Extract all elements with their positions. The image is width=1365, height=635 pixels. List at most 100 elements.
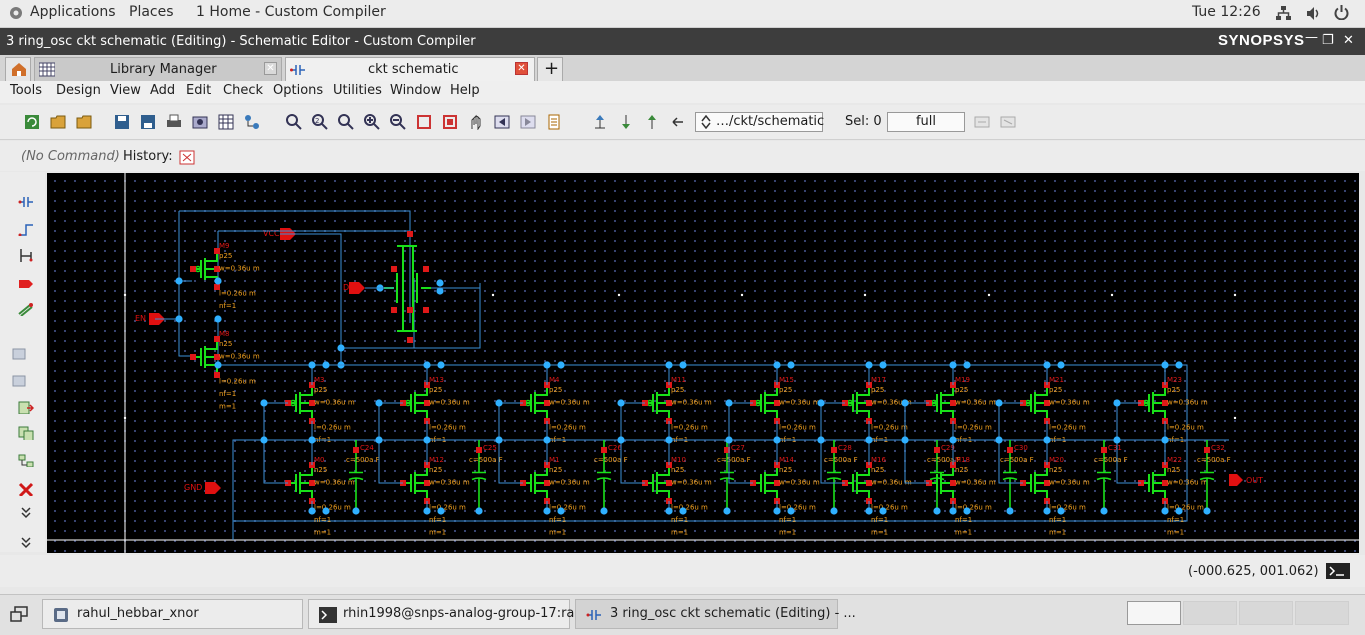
pmos-transistor[interactable]: M13p25w=0.36u ml=0.26u mnf=1 bbox=[400, 376, 470, 444]
show-desktop-icon[interactable] bbox=[10, 606, 28, 622]
screenshot-icon[interactable] bbox=[192, 114, 208, 130]
zoom-box-icon[interactable] bbox=[416, 114, 432, 130]
pmos-transistor[interactable]: M23p25w=0.36u ml=0.26u mnf=1 bbox=[1138, 376, 1208, 444]
zoom-2x-icon[interactable]: 2 bbox=[312, 114, 328, 130]
table-icon[interactable] bbox=[218, 114, 234, 130]
nmos-transistor[interactable]: M0 n25 w=0.36u m l=0.26u m nf=1 m=1 bbox=[285, 456, 355, 537]
add-net-label-icon[interactable] bbox=[18, 302, 34, 316]
open-recent-icon[interactable] bbox=[76, 114, 92, 130]
pmos-transistor[interactable]: M3p25w=0.36u ml=0.26u mnf=1 bbox=[285, 376, 355, 444]
capacitor[interactable]: C30 c=500a F bbox=[1000, 440, 1034, 511]
pmos-transistor[interactable]: M9 p25 w=0.36u m l=0.26u m nf=1 bbox=[190, 242, 260, 310]
nmos-transistor[interactable]: M22 n25 w=0.36u m l=0.26u m nf=1 m=1 bbox=[1138, 456, 1208, 537]
previous-view-icon[interactable] bbox=[494, 114, 510, 130]
view-mode-field[interactable]: full bbox=[887, 112, 965, 132]
zoom-in-icon[interactable] bbox=[364, 114, 380, 130]
pmos-transistor[interactable]: M17p25w=0.36u ml=0.26u mnf=1 bbox=[842, 376, 912, 444]
zoom-fit-icon[interactable] bbox=[286, 114, 302, 130]
task-schematic-editor[interactable]: 3 ring_osc ckt schematic (Editing) - ... bbox=[575, 599, 856, 629]
rotate-icon[interactable] bbox=[12, 346, 28, 360]
nmos-transistor[interactable]: M14 n25 w=0.36u m l=0.26u m nf=1 m=1 bbox=[750, 456, 820, 537]
capacitor[interactable]: C27 c=500a F bbox=[717, 440, 751, 511]
hierarchy-up-icon[interactable] bbox=[592, 114, 608, 130]
maximize-button[interactable]: ❐ bbox=[1322, 33, 1334, 48]
pin-out[interactable]: OUT bbox=[1229, 474, 1263, 486]
workspace-2[interactable] bbox=[1183, 601, 1237, 625]
print-icon[interactable] bbox=[166, 114, 182, 130]
zoom-out-icon[interactable] bbox=[390, 114, 406, 130]
tab-ckt-schematic[interactable]: ckt schematic ✕ bbox=[285, 57, 535, 81]
capacitor[interactable]: C31 c=500a F bbox=[1094, 440, 1128, 511]
menu-design[interactable]: Design bbox=[56, 83, 101, 98]
next-view-icon[interactable] bbox=[520, 114, 536, 130]
add-bus-icon[interactable] bbox=[18, 248, 34, 262]
copy-icon[interactable] bbox=[18, 426, 34, 440]
dehighlight-icon[interactable] bbox=[1000, 114, 1016, 130]
history-icon[interactable] bbox=[179, 150, 195, 165]
capacitor[interactable]: C25 c=500a F bbox=[469, 440, 503, 511]
network-icon[interactable] bbox=[1276, 6, 1291, 25]
clock[interactable]: Tue 12:26 bbox=[1192, 4, 1261, 20]
expand-more-icon[interactable] bbox=[18, 536, 34, 550]
applications-menu[interactable]: Applications bbox=[30, 4, 116, 20]
volume-icon[interactable] bbox=[1306, 6, 1321, 25]
highlight-icon[interactable] bbox=[974, 114, 990, 130]
save-as-icon[interactable] bbox=[140, 114, 156, 130]
workspace-3[interactable] bbox=[1239, 601, 1293, 625]
close-window-button[interactable]: ✕ bbox=[1343, 33, 1354, 48]
nmos-transistor[interactable]: M1 n25 w=0.36u m l=0.26u m nf=1 m=1 bbox=[520, 456, 590, 537]
capacitor[interactable]: C32 c=500a F bbox=[1197, 440, 1231, 511]
pmos-transistor[interactable]: M4p25w=0.36u ml=0.26u mnf=1 bbox=[520, 376, 590, 444]
tab-library-manager[interactable]: Library Manager ✕ bbox=[34, 57, 282, 81]
task-rahul-hebbar-xnor[interactable]: rahul_hebbar_xnor bbox=[42, 599, 303, 629]
expand-more-icon[interactable] bbox=[18, 506, 34, 520]
zoom-half-icon[interactable] bbox=[338, 114, 354, 130]
ascend-icon[interactable] bbox=[644, 114, 660, 130]
menu-edit[interactable]: Edit bbox=[186, 83, 211, 98]
stretch-icon[interactable] bbox=[18, 453, 34, 467]
nmos-transistor[interactable]: M16n25w=0.36u ml=0.26u mnf=1m=1 bbox=[842, 456, 912, 537]
pmos-transistor[interactable]: M15p25w=0.36u ml=0.26u mnf=1 bbox=[750, 376, 820, 444]
descend-icon[interactable] bbox=[618, 114, 634, 130]
pin-d[interactable]: D bbox=[343, 282, 365, 294]
menu-check[interactable]: Check bbox=[223, 83, 263, 98]
menu-view[interactable]: View bbox=[110, 83, 141, 98]
add-wire-icon[interactable] bbox=[18, 222, 34, 236]
return-icon[interactable] bbox=[670, 114, 686, 130]
pin-gnd[interactable]: GND bbox=[184, 482, 221, 494]
power-icon[interactable] bbox=[1334, 5, 1349, 24]
add-instance-icon[interactable] bbox=[18, 194, 34, 208]
tab-close-icon[interactable]: ✕ bbox=[515, 62, 528, 75]
pmos-transistor[interactable]: M21p25w=0.36u ml=0.26u mnf=1 bbox=[1020, 376, 1090, 444]
design-path-field[interactable]: …/ckt/schematic bbox=[695, 112, 824, 132]
nmos-transistor[interactable]: M12 n25 w=0.36u m l=0.26u m nf=1 m=1 bbox=[400, 456, 470, 537]
menu-help[interactable]: Help bbox=[450, 83, 480, 98]
capacitor[interactable]: C26 c=500a F bbox=[594, 440, 628, 511]
task-terminal[interactable]: rhin1998@snps-analog-group-17:ra... bbox=[308, 599, 587, 629]
open-icon[interactable] bbox=[50, 114, 66, 130]
menu-window[interactable]: Window bbox=[390, 83, 441, 98]
menu-utilities[interactable]: Utilities bbox=[333, 83, 382, 98]
menu-options[interactable]: Options bbox=[273, 83, 323, 98]
pmos-transistor[interactable]: M11p25w=0.36u ml=0.26u mnf=1 bbox=[642, 376, 712, 444]
tab-close-icon[interactable]: ✕ bbox=[264, 62, 277, 75]
menu-tools[interactable]: Tools bbox=[10, 83, 42, 98]
add-pin-icon[interactable] bbox=[18, 276, 34, 290]
nmos-transistor[interactable]: M10 n25 w=0.36u m l=0.26u m nf=1 m=1 bbox=[642, 456, 712, 537]
new-tab-button[interactable]: + bbox=[537, 57, 563, 81]
home-tab[interactable] bbox=[5, 57, 31, 81]
delete-icon[interactable] bbox=[18, 482, 34, 496]
save-icon[interactable] bbox=[114, 114, 130, 130]
bookmark-icon[interactable] bbox=[546, 114, 562, 130]
refresh-icon[interactable] bbox=[24, 114, 40, 130]
move-icon[interactable] bbox=[18, 400, 34, 414]
nmos-transistor[interactable]: M20 n25 w=0.36u m l=0.26u m nf=1 m=1 bbox=[1020, 456, 1090, 537]
workspace-1[interactable] bbox=[1127, 601, 1181, 625]
capacitor[interactable]: C24 c=500a F bbox=[346, 440, 380, 511]
applications-icon[interactable] bbox=[8, 5, 24, 25]
pmos-transistor[interactable]: M19p25w=0.36u ml=0.26u mnf=1 bbox=[926, 376, 996, 444]
places-menu[interactable]: Places bbox=[129, 4, 174, 20]
schematic-canvas[interactable]: VCC EN GND D OUT M9 p25 w=0.36u m l=0.26u m… bbox=[47, 173, 1359, 553]
minimize-button[interactable]: — bbox=[1305, 30, 1318, 45]
terminal-icon[interactable] bbox=[1326, 563, 1350, 579]
